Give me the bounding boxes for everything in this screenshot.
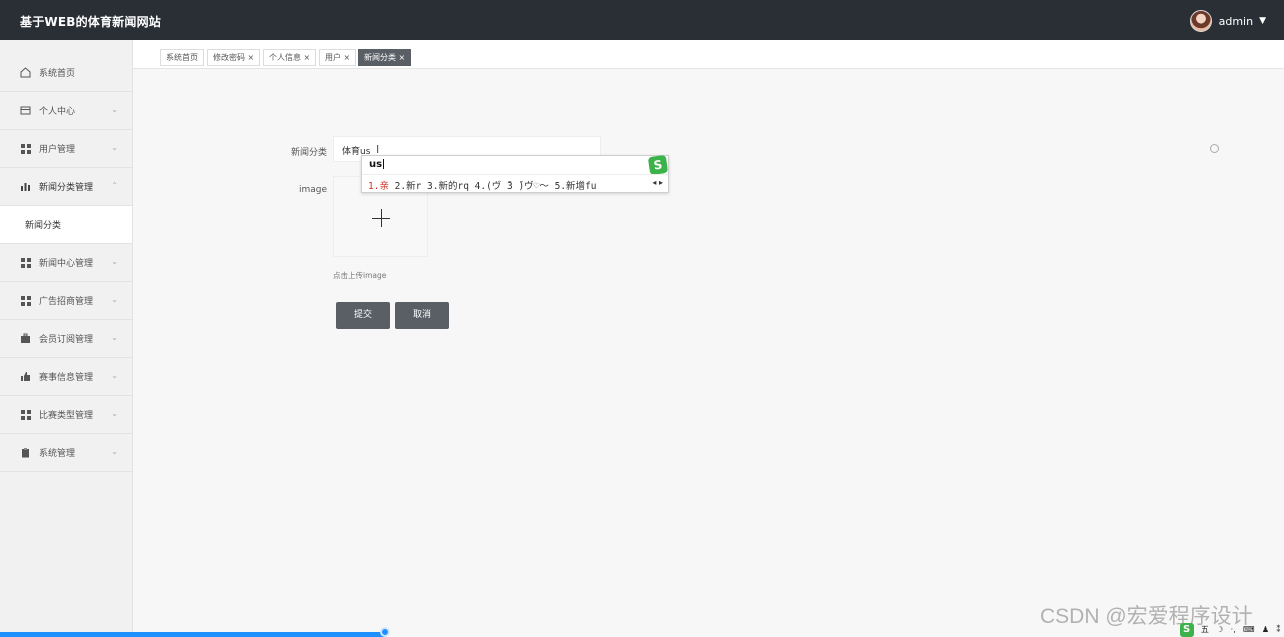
ime-candidate-window: us S 1.亲 2.新r 3.新的rq 4.(ヴ ̄3 ̄)ヴ♡～ 5.新增f… <box>361 154 669 193</box>
sidebar-item-news-category-mgmt[interactable]: 新闻分类管理 ⌃ <box>0 168 132 206</box>
bar-chart-icon <box>20 181 31 192</box>
chevron-down-icon: ⌄ <box>111 257 118 266</box>
top-bar: 基于WEB的体育新闻网站 admin ▼ <box>0 0 1284 40</box>
sidebar-item-match-types[interactable]: 比赛类型管理 ⌄ <box>0 396 132 434</box>
sidebar-item-label: 会员订阅管理 <box>39 335 94 345</box>
grid-icon <box>20 295 31 306</box>
sidebar-item-label: 新闻分类管理 <box>39 183 94 193</box>
chevron-down-icon: ⌄ <box>111 333 118 342</box>
tab-users[interactable]: 用户 × <box>319 49 357 66</box>
clipboard-icon <box>20 447 31 458</box>
sogou-tray-icon[interactable]: S <box>1179 622 1194 637</box>
home-icon <box>20 67 31 78</box>
avatar[interactable] <box>1189 10 1212 32</box>
sidebar-item-users[interactable]: 用户管理 ⌄ <box>0 130 132 168</box>
sidebar: 系统首页 个人中心 ⌄ 用户管理 ⌄ 新闻分类管理 ⌃ 新闻分类 新闻中心管理 … <box>0 40 133 637</box>
keyboard-icon[interactable]: ⌨ <box>1243 625 1255 634</box>
sidebar-item-label: 系统管理 <box>39 449 76 459</box>
chevron-down-icon: ⌄ <box>111 409 118 418</box>
user-menu[interactable]: admin ▼ <box>1189 10 1266 32</box>
sidebar-item-system[interactable]: 系统管理 ⌄ <box>0 434 132 472</box>
upload-hint: 点击上传image <box>333 271 387 280</box>
image-label: image <box>298 185 327 195</box>
ime-other-candidates[interactable]: 2.新r 3.新的rq 4.(ヴ ̄3 ̄)ヴ♡～ 5.新增fu <box>389 181 597 192</box>
sidebar-item-ads[interactable]: 广告招商管理 ⌄ <box>0 282 132 320</box>
tab-news-category[interactable]: 新闻分类 × <box>358 49 412 66</box>
thumb-icon <box>20 371 31 382</box>
site-title: 基于WEB的体育新闻网站 <box>20 15 161 29</box>
sidebar-item-events[interactable]: 赛事信息管理 ⌄ <box>0 358 132 396</box>
progress-knob[interactable] <box>380 627 390 637</box>
sidebar-item-label: 赛事信息管理 <box>39 373 94 383</box>
ime-composition: us <box>369 159 383 170</box>
sidebar-item-label: 系统首页 <box>39 69 76 79</box>
ime-divider <box>362 174 668 175</box>
ime-first-candidate[interactable]: 1.亲 <box>368 181 389 192</box>
sidebar-item-label: 新闻中心管理 <box>39 259 94 269</box>
settings-icon[interactable]: ⁑ <box>1276 625 1280 634</box>
video-progress-bar[interactable] <box>0 632 385 637</box>
chevron-down-icon: ⌄ <box>111 295 118 304</box>
ime-status-tray: S 五 ☽ ·, ⌨ ♟ ⁑ <box>1176 622 1284 637</box>
punct-icon[interactable]: ·, <box>1231 625 1236 634</box>
ime-candidates[interactable]: 1.亲 2.新r 3.新的rq 4.(ヴ ̄3 ̄)ヴ♡～ 5.新增fu <box>368 178 597 192</box>
moon-icon[interactable]: ☽ <box>1216 625 1223 634</box>
chevron-down-icon: ⌄ <box>111 105 118 114</box>
chevron-down-icon: ⌄ <box>111 371 118 380</box>
user-icon[interactable]: ♟ <box>1262 625 1269 634</box>
sidebar-item-label: 比赛类型管理 <box>39 411 94 421</box>
grid-icon <box>20 143 31 154</box>
chevron-down-icon: ⌄ <box>111 143 118 152</box>
tab-profile[interactable]: 个人信息 × <box>263 49 317 66</box>
sidebar-item-news-center[interactable]: 新闻中心管理 ⌄ <box>0 244 132 282</box>
caret-down-icon[interactable]: ▼ <box>1259 16 1266 26</box>
sidebar-item-label: 广告招商管理 <box>39 297 94 307</box>
main-content: 系统首页 修改密码 × 个人信息 × 用户 × 新闻分类 × <box>133 40 1284 637</box>
category-label: 新闻分类 <box>290 148 327 158</box>
card-icon <box>20 105 31 116</box>
cancel-button[interactable]: 取消 <box>395 302 449 329</box>
ime-page-arrows-icon[interactable]: ◂ ▸ <box>652 178 663 187</box>
tab-change-password[interactable]: 修改密码 × <box>207 49 261 66</box>
sidebar-subitem-news-category[interactable]: 新闻分类 <box>0 206 132 244</box>
grid-icon <box>20 409 31 420</box>
chevron-down-icon: ⌄ <box>111 447 118 456</box>
sidebar-item-label: 新闻分类 <box>25 221 62 231</box>
sidebar-item-home[interactable]: 系统首页 <box>0 54 132 92</box>
submit-button[interactable]: 提交 <box>336 302 390 329</box>
tray-wubi[interactable]: 五 <box>1201 624 1209 635</box>
sogou-logo-icon: S <box>647 154 669 176</box>
username[interactable]: admin <box>1219 15 1253 28</box>
grid-icon <box>20 257 31 268</box>
chevron-up-icon: ⌃ <box>111 181 118 190</box>
tab-bar: 系统首页 修改密码 × 个人信息 × 用户 × 新闻分类 × <box>133 40 1284 69</box>
sidebar-item-label: 用户管理 <box>39 145 76 155</box>
plus-icon-vertical <box>381 209 382 227</box>
clear-icon[interactable] <box>1210 144 1219 153</box>
sidebar-item-label: 个人中心 <box>39 107 76 117</box>
sidebar-item-subscriptions[interactable]: 会员订阅管理 ⌄ <box>0 320 132 358</box>
tab-home[interactable]: 系统首页 <box>160 49 204 66</box>
sidebar-item-personal[interactable]: 个人中心 ⌄ <box>0 92 132 130</box>
briefcase-icon <box>20 333 31 344</box>
